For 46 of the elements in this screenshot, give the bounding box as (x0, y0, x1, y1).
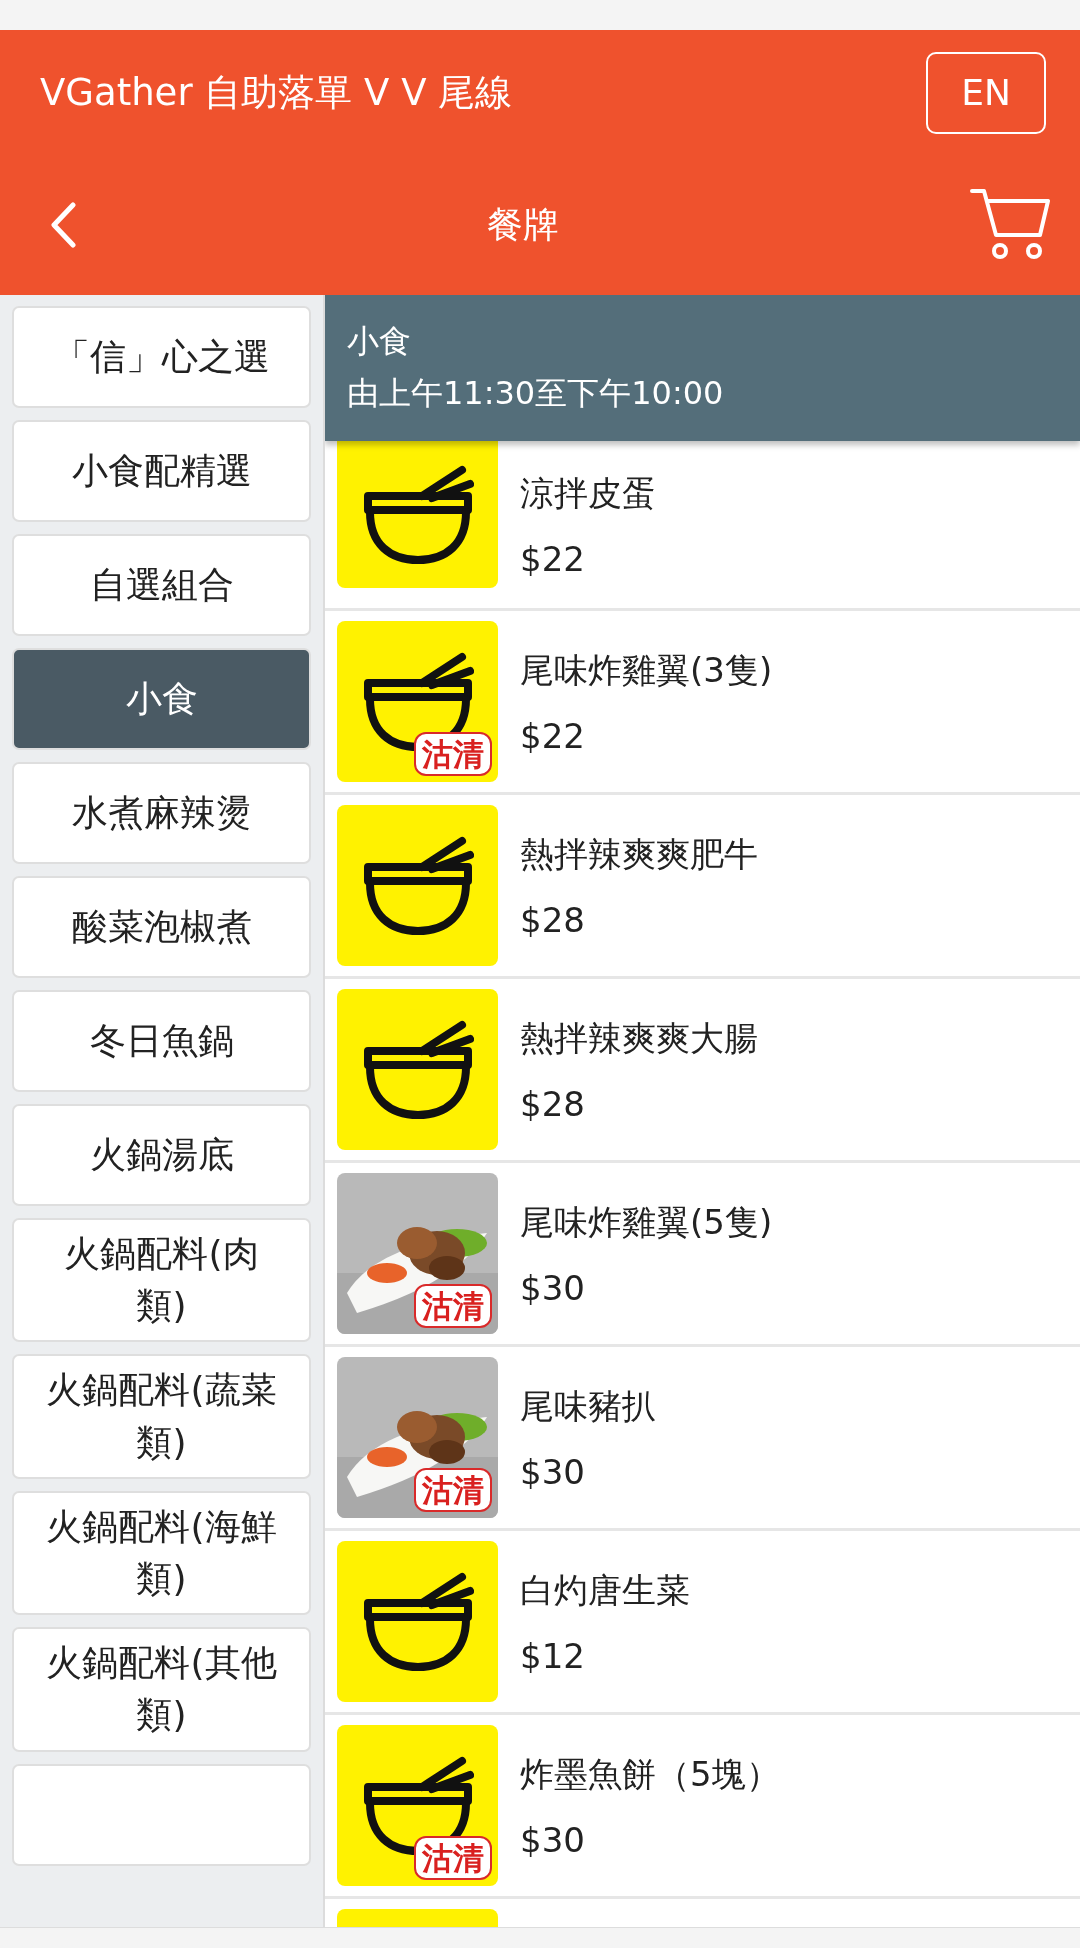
category-button[interactable]: 冬日魚鍋 (12, 990, 311, 1092)
menu-item[interactable]: 熱拌辣爽爽肥牛 $28 (325, 795, 1080, 979)
category-button[interactable]: 「信」心之選 (12, 306, 311, 408)
sold-out-badge: 沽清 (414, 731, 492, 776)
item-price: $22 (520, 715, 586, 756)
menu-item[interactable]: 沽清 炸墨魚餅（5塊） $30 (325, 1715, 1080, 1899)
item-name: 白灼唐生菜 (520, 1568, 690, 1612)
item-price: $12 (520, 1635, 586, 1676)
sold-out-badge: 沽清 (414, 1835, 492, 1880)
menu-item[interactable]: 涼拌皮蛋 $22 (325, 441, 1080, 611)
section-hours: 由上午11:30至下午10:00 (347, 373, 725, 414)
item-name: 尾味豬扒 (520, 1384, 656, 1428)
menu-item[interactable]: 熱拌辣爽爽大腸 $28 (325, 979, 1080, 1163)
menu-item[interactable]: 沽清 尾味豬扒 $30 (325, 1347, 1080, 1531)
sold-out-badge: 沽清 (414, 1283, 492, 1328)
item-price: $30 (520, 1451, 586, 1492)
category-button[interactable]: 火鍋配料(肉類) (12, 1218, 311, 1343)
item-price: $30 (520, 1267, 586, 1308)
item-name: 尾味炸雞翼(3隻) (520, 648, 773, 692)
category-button[interactable]: 酸菜泡椒煮 (12, 876, 311, 978)
category-button[interactable]: 火鍋配料(蔬菜類) (12, 1354, 311, 1479)
category-button[interactable]: 小食 (12, 648, 311, 750)
item-name: 炸墨魚餅（5塊） (520, 1752, 780, 1796)
sold-out-badge: 沽清 (414, 1467, 492, 1512)
category-button[interactable]: 自選組合 (12, 534, 311, 636)
item-price: $28 (520, 1083, 586, 1124)
category-button[interactable]: 火鍋配料(其他類) (12, 1627, 311, 1752)
item-price: $28 (520, 899, 586, 940)
menu-item[interactable]: 白灼唐生菜 $12 (325, 1531, 1080, 1715)
category-button[interactable]: 小食配精選 (12, 420, 311, 522)
item-name: 涼拌皮蛋 (520, 471, 656, 515)
item-price: $22 (520, 538, 586, 579)
back-icon[interactable] (50, 202, 76, 248)
category-button[interactable]: 火鍋湯底 (12, 1104, 311, 1206)
language-button[interactable]: EN (926, 51, 1046, 134)
item-name: 尾味炸雞翼(5隻) (520, 1200, 773, 1244)
page-title: 餐牌 (487, 202, 559, 247)
category-button[interactable]: 水煮麻辣燙 (12, 762, 311, 864)
item-price: $30 (520, 1819, 586, 1860)
menu-item[interactable]: 沽清 尾味炸雞翼(5隻) $30 (325, 1163, 1080, 1347)
item-name: 熱拌辣爽爽肥牛 (520, 832, 758, 876)
app-title: VGather 自助落單 V V 尾線 (40, 69, 513, 116)
item-name: 熱拌辣爽爽大腸 (520, 1016, 758, 1060)
category-button[interactable]: 火鍋配料(海鮮類) (12, 1490, 311, 1616)
menu-item[interactable]: 沽清 尾味炸雞翼(3隻) $22 (325, 611, 1080, 795)
section-title: 小食 (347, 321, 412, 362)
